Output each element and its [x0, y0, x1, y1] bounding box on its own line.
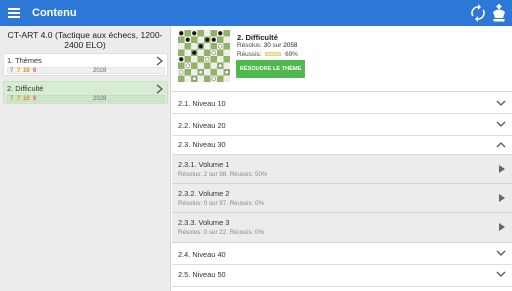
chess-board-thumbnail	[178, 30, 230, 82]
elo-rating: 2028	[93, 68, 107, 74]
chess-piece	[198, 44, 203, 49]
count-level4: 6	[33, 96, 37, 102]
chess-piece	[205, 37, 210, 42]
sidebar-item-label: 2. Difficulté	[7, 84, 44, 93]
solve-theme-button[interactable]: RÉSOUDRE LE THÈME	[236, 60, 305, 78]
volume-title: 2.3.2. Volume 2	[178, 189, 230, 198]
chess-piece	[185, 63, 190, 68]
chevron-down-icon	[496, 100, 506, 106]
chess-piece	[192, 50, 197, 55]
count-solved: 7	[10, 96, 14, 102]
theme-success: Réussis: 69%	[237, 51, 298, 58]
sidebar-item-label: 1. Thèmes	[7, 56, 42, 65]
chess-piece	[205, 57, 210, 62]
chess-piece	[192, 31, 197, 36]
progress-counts: 7 7 10 6 2028	[7, 95, 165, 102]
chess-piece	[218, 63, 223, 68]
chess-piece	[185, 37, 190, 42]
chevron-down-icon	[496, 250, 506, 256]
chevron-down-icon	[496, 121, 506, 127]
level-label: 2.3. Niveau 30	[178, 140, 226, 149]
play-icon[interactable]	[499, 165, 505, 173]
volume-item[interactable]: 2.3.1. Volume 1 Résolus: 2 sur 98. Réuss…	[172, 155, 512, 184]
book-title: CT-ART 4.0 (Tactique aux échecs, 1200-24…	[7, 30, 163, 50]
chess-king-icon[interactable]	[490, 3, 508, 23]
sidebar-item-difficulty[interactable]: 2. Difficulté 7 7 10 6 2028	[3, 81, 168, 104]
volume-title: 2.3.1. Volume 1	[178, 160, 230, 169]
play-icon[interactable]	[499, 194, 505, 202]
count-level3: 10	[23, 96, 30, 102]
chevron-right-icon	[156, 84, 163, 94]
chess-piece	[218, 31, 223, 36]
chess-piece	[211, 76, 216, 81]
chess-piece	[179, 31, 184, 36]
sync-icon[interactable]	[470, 4, 486, 22]
volume-item[interactable]: 2.3.2. Volume 2 Résolus: 0 sur 97. Réuss…	[172, 184, 512, 213]
chess-piece	[198, 70, 203, 75]
count-level2: 7	[17, 68, 21, 74]
chevron-up-icon	[496, 142, 506, 148]
chess-piece	[211, 50, 216, 55]
chevron-right-icon	[156, 56, 163, 66]
app-title: Contenu	[32, 7, 77, 19]
level-row-50[interactable]: 2.5. Niveau 50	[172, 265, 512, 287]
level-label: 2.5. Niveau 50	[178, 270, 226, 279]
count-level4: 6	[33, 68, 37, 74]
level-label: 2.2. Niveau 20	[178, 121, 226, 130]
chess-piece	[192, 76, 197, 81]
chess-piece	[179, 70, 184, 75]
app-bar: Contenu	[0, 0, 512, 26]
menu-icon[interactable]	[8, 6, 20, 20]
level-row-30[interactable]: 2.3. Niveau 30	[172, 136, 512, 155]
volume-stats: Résolus: 0 sur 97. Réussis: 0%	[178, 200, 264, 207]
level-label: 2.1. Niveau 10	[178, 99, 226, 108]
level-row-40[interactable]: 2.4. Niveau 40	[172, 243, 512, 265]
volume-stats: Résolus: 0 sur 22. Réussis: 0%	[178, 229, 264, 236]
theme-solved: Résolus: 30 sur 2058	[237, 42, 298, 49]
progress-counts: 7 7 10 6 2028	[7, 67, 165, 74]
play-icon[interactable]	[499, 223, 505, 231]
chess-piece	[224, 70, 229, 75]
chevron-down-icon	[496, 271, 506, 277]
chess-piece	[179, 57, 184, 62]
count-level2: 7	[17, 96, 21, 102]
level-row-20[interactable]: 2.2. Niveau 20	[172, 114, 512, 136]
chess-piece	[218, 44, 223, 49]
level-row-10[interactable]: 2.1. Niveau 10	[172, 91, 512, 114]
sidebar-item-themes[interactable]: 1. Thèmes 7 7 10 6 2028	[3, 53, 168, 76]
volume-stats: Résolus: 2 sur 98. Réussis: 50%	[178, 171, 268, 178]
count-level3: 10	[23, 68, 30, 74]
level-label: 2.4. Niveau 40	[178, 250, 226, 259]
volume-item[interactable]: 2.3.3. Volume 3 Résolus: 0 sur 22. Réuss…	[172, 213, 512, 243]
theme-title: 2. Difficulté	[237, 33, 278, 42]
count-solved: 7	[10, 68, 14, 74]
elo-rating: 2028	[93, 96, 107, 102]
volume-title: 2.3.3. Volume 3	[178, 218, 230, 227]
success-bar	[265, 52, 282, 57]
chess-piece	[211, 37, 216, 42]
